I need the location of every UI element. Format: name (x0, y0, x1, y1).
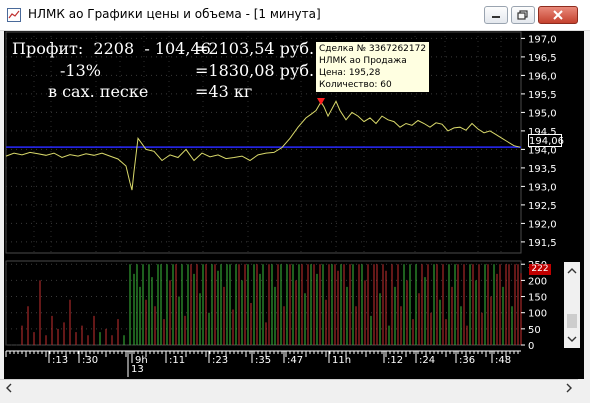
maximize-button[interactable] (511, 6, 535, 24)
scroll-left-icon[interactable] (2, 380, 16, 396)
price-tick-label: 192,0 (528, 219, 557, 230)
time-tick-label: :35 (255, 355, 271, 366)
chart-app-icon (7, 8, 21, 22)
price-tick-label: 196,0 (528, 71, 557, 82)
tooltip-deal: Сделка № 3367262172 (319, 44, 427, 54)
price-series-line (5, 100, 521, 191)
time-tick-label: :23 (212, 355, 228, 366)
time-tick-label: :36 (459, 355, 475, 366)
volume-tick-label: 50 (528, 325, 541, 336)
time-tick-label: :47 (287, 355, 303, 366)
scroll-down-icon[interactable] (564, 332, 580, 346)
tooltip-price: Цена: 195,28 (319, 68, 381, 78)
price-tick-label: 196,5 (528, 53, 557, 64)
scroll-up-icon[interactable] (564, 264, 580, 278)
app-window: НЛМК ао Графики цены и объема - [1 минут… (0, 0, 590, 403)
price-tick-label: 197,0 (528, 34, 557, 45)
close-button[interactable] (538, 6, 578, 24)
title-bar[interactable]: НЛМК ао Графики цены и объема - [1 минут… (0, 0, 590, 31)
minimize-button[interactable] (484, 6, 508, 24)
current-price-label: 194,06 (528, 134, 564, 147)
profit-line-2-left: -13% (60, 61, 101, 80)
profit-line-2-right: =1830,08 руб. (195, 61, 315, 80)
volume-tick-label: 0 (528, 341, 534, 352)
price-tick-label: 195,5 (528, 90, 557, 101)
price-tick-label: 193,5 (528, 164, 557, 175)
deal-tooltip: Сделка № 3367262172 НЛМК ао Продажа Цена… (315, 41, 430, 93)
volume-scrollbar[interactable] (564, 262, 580, 348)
profit-line-3-right: =43 кг (195, 82, 253, 101)
time-tick-label: :13 (52, 355, 68, 366)
restore-icon (517, 10, 528, 20)
volume-tick-label: 150 (528, 293, 547, 304)
price-tick-label: 195,0 (528, 108, 557, 119)
volume-tick-label: 100 (528, 309, 547, 320)
time-tick-label: :30 (82, 355, 98, 366)
chart-area[interactable]: 197,0 196,5 196,0 195,5 195,0 194,5 194,0 193,5… (4, 31, 584, 379)
volume-tick-label: 200 (528, 276, 547, 287)
day-label: 13 (131, 364, 144, 375)
deal-marker-icon (317, 98, 325, 106)
price-tick-label: 191,5 (528, 238, 557, 249)
horizontal-scrollbar[interactable] (0, 379, 578, 397)
current-volume-label: 222 (529, 264, 551, 275)
price-tick-label: 193,0 (528, 182, 557, 193)
minimize-icon (492, 16, 500, 18)
close-icon (553, 10, 563, 20)
scroll-right-icon[interactable] (562, 380, 576, 396)
time-tick-label: :12 (387, 355, 403, 366)
time-tick-label: :48 (495, 355, 511, 366)
time-tick-label: 11h (332, 355, 351, 366)
profit-line-3-left: в сах. песке (48, 82, 149, 101)
time-tick-label: :11 (169, 355, 185, 366)
price-tick-label: 192,5 (528, 201, 557, 212)
time-tick-label: :24 (419, 355, 435, 366)
profit-line-1-right: =2103,54 руб. (195, 39, 315, 58)
scroll-thumb[interactable] (567, 314, 577, 328)
tooltip-instrument: НЛМК ао Продажа (319, 56, 407, 66)
window-title: НЛМК ао Графики цены и объема - [1 минут… (28, 7, 321, 21)
profit-line-1-left: Профит: 2208 - 104,46 (12, 39, 211, 58)
tooltip-quantity: Количество: 60 (319, 80, 392, 90)
